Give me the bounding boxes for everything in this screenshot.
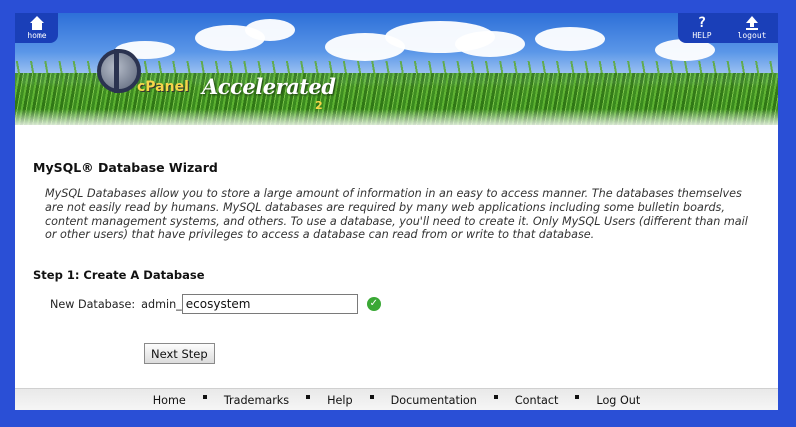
- cloud: [455, 31, 525, 57]
- footer-link-documentation[interactable]: Documentation: [391, 394, 477, 407]
- banner-fade: [15, 109, 778, 125]
- home-icon: [30, 16, 44, 30]
- check-icon: ✓: [366, 297, 381, 311]
- window-frame: cPanel Accelerated 2 home ? HELP logout …: [0, 0, 796, 427]
- help-icon: ?: [697, 15, 707, 31]
- logout-link[interactable]: logout: [730, 15, 774, 40]
- footer-link-home[interactable]: Home: [153, 394, 186, 407]
- footer-nav: Home Trademarks Help Documentation Conta…: [15, 388, 778, 410]
- logo-accent: Accelerated: [202, 74, 336, 99]
- footer-separator: [493, 395, 498, 399]
- step-title: Step 1: Create A Database: [33, 268, 205, 282]
- footer-link-help[interactable]: Help: [327, 394, 353, 407]
- logout-label: logout: [737, 31, 767, 40]
- footer-link-trademarks[interactable]: Trademarks: [224, 394, 289, 407]
- footer-separator: [575, 395, 580, 399]
- page-container: cPanel Accelerated 2 home ? HELP logout …: [15, 13, 778, 410]
- home-label: home: [27, 31, 47, 40]
- home-link[interactable]: home: [15, 15, 59, 40]
- page-title: MySQL® Database Wizard: [33, 160, 218, 175]
- header-banner: cPanel Accelerated 2 home ? HELP logout: [15, 13, 778, 125]
- footer-link-logout[interactable]: Log Out: [596, 394, 640, 407]
- database-prefix: admin_: [141, 297, 182, 311]
- next-step-button[interactable]: Next Step: [144, 343, 215, 364]
- help-label: HELP: [692, 31, 712, 40]
- footer-link-contact[interactable]: Contact: [515, 394, 559, 407]
- top-right-nav: ? HELP logout: [678, 13, 778, 43]
- page-description: MySQL Databases allow you to store a lar…: [45, 187, 748, 242]
- cloud: [245, 19, 295, 41]
- logout-icon: [746, 16, 758, 30]
- database-name-input[interactable]: [181, 294, 358, 314]
- footer-separator: [369, 395, 374, 399]
- new-database-row: New Database: admin_ ✓: [50, 293, 381, 315]
- new-database-label: New Database:: [50, 297, 136, 311]
- help-link[interactable]: ? HELP: [680, 15, 724, 40]
- cloud: [535, 27, 605, 51]
- footer-separator: [202, 395, 207, 399]
- footer-separator: [306, 395, 311, 399]
- cpanel-logo-mark: [97, 49, 141, 93]
- logo-version: 2: [315, 99, 323, 112]
- home-tab[interactable]: home: [15, 13, 58, 43]
- logo-text: cPanel: [137, 79, 189, 95]
